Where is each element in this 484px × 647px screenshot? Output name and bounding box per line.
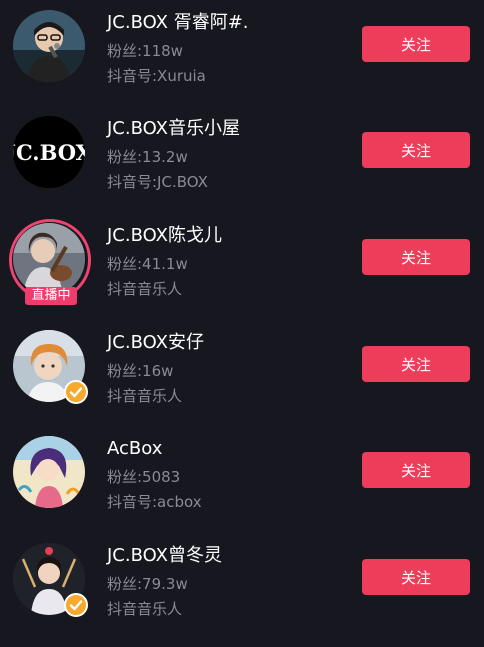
douyin-id: 抖音号:JC.BOX: [107, 173, 208, 191]
list-item[interactable]: JC.BOX安仔 粉丝:16w 抖音音乐人 关注: [0, 328, 484, 434]
list-item[interactable]: JC.BOX JC.BOX音乐小屋 粉丝:13.2w 抖音号:JC.BOX 关注: [0, 114, 484, 220]
avatar[interactable]: [11, 328, 88, 404]
douyin-id: 抖音号:acbox: [107, 493, 202, 511]
fans-count: 粉丝:41.1w: [107, 255, 188, 273]
musician-label: 抖音音乐人: [107, 600, 183, 618]
jc-box-logo-icon: JC.BOX: [13, 116, 85, 188]
avatar[interactable]: [11, 541, 88, 617]
avatar[interactable]: 直播中: [9, 219, 91, 305]
musician-label: 抖音音乐人: [107, 280, 183, 298]
list-item[interactable]: JC.BOX曾冬灵 粉丝:79.3w 抖音音乐人 关注: [0, 541, 484, 647]
list-item[interactable]: 直播中 JC.BOX陈戈儿 粉丝:41.1w 抖音音乐人 关注: [0, 219, 484, 327]
user-name[interactable]: JC.BOX陈戈儿: [107, 225, 222, 247]
musician-label: 抖音音乐人: [107, 387, 183, 405]
fans-count: 粉丝:79.3w: [107, 575, 188, 593]
verified-badge-icon: [64, 593, 88, 617]
user-name[interactable]: JC.BOX安仔: [107, 332, 204, 354]
list-item[interactable]: JC.BOX 胥睿阿#. 粉丝:118w 抖音号:Xuruia 关注: [0, 8, 484, 114]
person-with-microphone-icon: [13, 10, 85, 82]
anime-character-icon: [13, 436, 85, 508]
fans-count: 粉丝:13.2w: [107, 148, 188, 166]
follow-button[interactable]: 关注: [362, 239, 470, 275]
follow-button[interactable]: 关注: [362, 132, 470, 168]
fans-count: 粉丝:16w: [107, 362, 174, 380]
follow-button[interactable]: 关注: [362, 452, 470, 488]
verified-badge-icon: [64, 380, 88, 404]
follow-button[interactable]: 关注: [362, 346, 470, 382]
live-badge[interactable]: 直播中: [25, 287, 77, 305]
list-item[interactable]: AcBox 粉丝:5083 抖音号:acbox 关注: [0, 434, 484, 540]
follow-button[interactable]: 关注: [362, 26, 470, 62]
fans-count: 粉丝:118w: [107, 42, 183, 60]
logo-text: JC.BOX: [13, 140, 85, 165]
user-name[interactable]: AcBox: [107, 438, 162, 460]
avatar[interactable]: JC.BOX: [11, 114, 87, 190]
user-name[interactable]: JC.BOX 胥睿阿#.: [107, 12, 249, 34]
follow-button[interactable]: 关注: [362, 559, 470, 595]
fans-count: 粉丝:5083: [107, 468, 181, 486]
douyin-id: 抖音号:Xuruia: [107, 67, 206, 85]
user-name[interactable]: JC.BOX曾冬灵: [107, 545, 222, 567]
avatar[interactable]: [11, 8, 87, 84]
user-name[interactable]: JC.BOX音乐小屋: [107, 118, 240, 140]
user-list: JC.BOX 胥睿阿#. 粉丝:118w 抖音号:Xuruia 关注 JC.BO…: [0, 0, 484, 644]
avatar[interactable]: [11, 434, 87, 510]
